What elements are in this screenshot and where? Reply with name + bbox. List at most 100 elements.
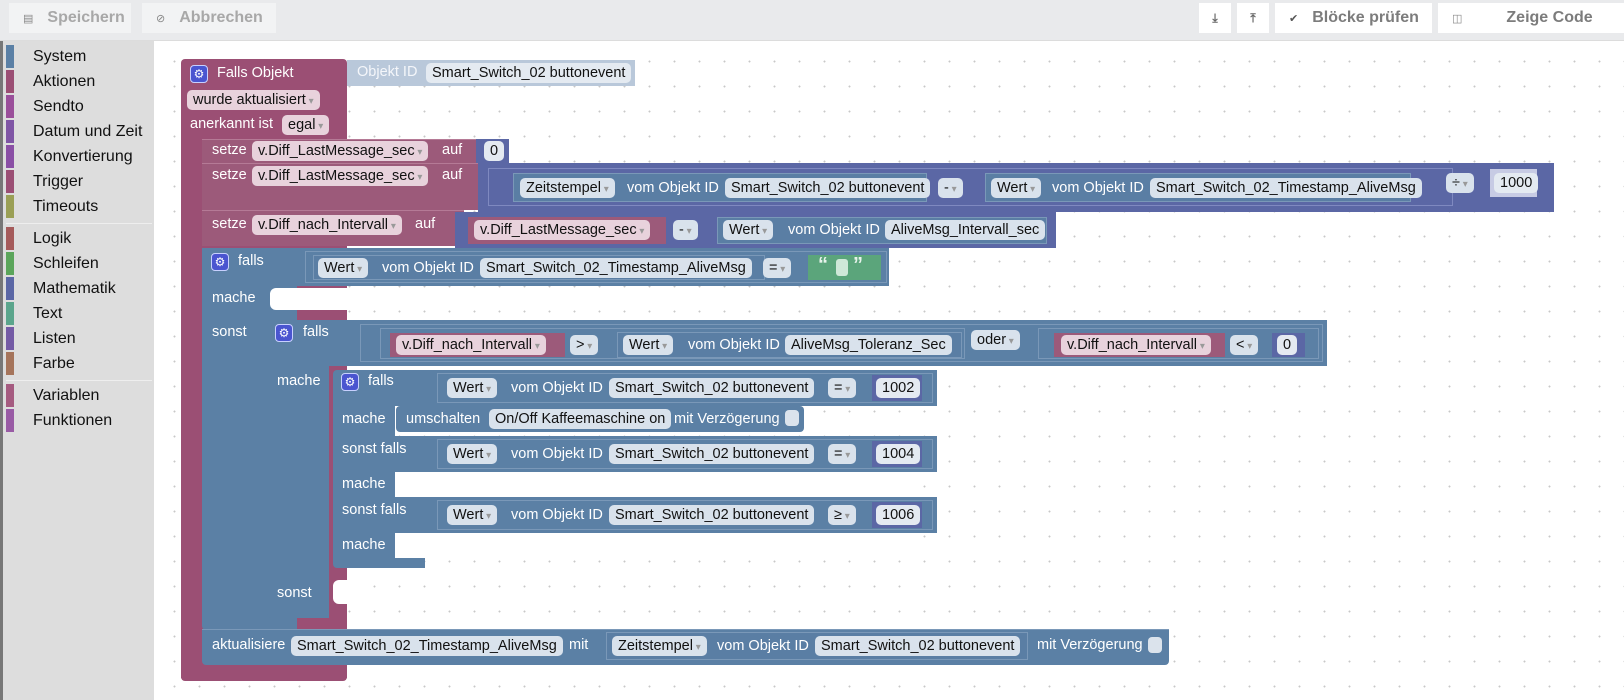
sidebar-category-funktionen[interactable]: Funktionen [6, 409, 152, 433]
sidebar-category-konvertierung[interactable]: Konvertierung [6, 145, 152, 169]
gear-icon[interactable]: ⚙ [190, 65, 208, 83]
operator-dropdown[interactable]: - [938, 178, 963, 198]
number-field[interactable]: 1006 [876, 505, 921, 525]
gear-icon[interactable]: ⚙ [211, 253, 229, 271]
set-label: setze [212, 142, 247, 158]
number-field[interactable]: 1002 [876, 378, 921, 398]
object-id-field[interactable]: Smart_Switch_02 buttonevent [725, 178, 931, 198]
sidebar-category-farbe[interactable]: Farbe [6, 352, 152, 376]
sidebar-category-aktionen[interactable]: Aktionen [6, 70, 152, 94]
sidebar-category-mathematik[interactable]: Mathematik [6, 277, 152, 301]
logic-dropdown[interactable]: oder [971, 330, 1020, 350]
sidebar-category-sendto[interactable]: Sendto [6, 95, 152, 119]
sidebar-category-datum-und-zeit[interactable]: Datum und Zeit [6, 120, 152, 144]
property-dropdown[interactable]: Wert [623, 335, 674, 355]
condition-dropdown[interactable]: wurde aktualisiert [187, 90, 320, 110]
export-button[interactable]: ⤓ [1199, 3, 1231, 33]
to-label: auf [442, 142, 463, 158]
variable-dropdown[interactable]: v.Diff_LastMessage_sec [474, 220, 651, 240]
object-id-field[interactable]: Smart_Switch_02 buttonevent [815, 636, 1021, 656]
gear-icon[interactable]: ⚙ [275, 324, 293, 342]
category-label: Datum und Zeit [33, 123, 143, 140]
text-field[interactable] [836, 259, 848, 276]
checkmark-icon: ✔ [1289, 12, 1299, 25]
show-code-button[interactable]: ◫ Zeige Code [1438, 3, 1624, 33]
else-label: sonst [212, 324, 247, 340]
sidebar-divider [6, 380, 152, 381]
to-label: auf [415, 216, 436, 232]
object-id-field[interactable]: AliveMsg_Intervall_sec [885, 220, 1046, 240]
object-id-field[interactable]: On/Off Kaffeemaschine on [489, 409, 672, 429]
property-dropdown[interactable]: Wert [447, 444, 498, 464]
operator-dropdown[interactable]: = [828, 378, 857, 398]
property-dropdown[interactable]: Wert [318, 258, 369, 278]
do-slot[interactable] [270, 288, 850, 310]
object-id-field[interactable]: AliveMsg_Toleranz_Sec [785, 335, 952, 355]
variable-dropdown[interactable]: v.Diff_nach_Intervall [1061, 335, 1211, 355]
property-dropdown[interactable]: Zeitstempel [612, 636, 707, 656]
open-quote: “ [818, 254, 828, 276]
category-color-swatch [6, 277, 14, 300]
operator-dropdown[interactable]: > [570, 335, 599, 355]
sidebar-category-timeouts[interactable]: Timeouts [6, 195, 152, 219]
do-slot[interactable] [396, 472, 916, 497]
object-id-field[interactable]: Smart_Switch_02 buttonevent [609, 444, 815, 464]
category-label: Farbe [33, 355, 75, 372]
operator-dropdown[interactable]: = [828, 444, 857, 464]
operator-dropdown[interactable]: = [763, 258, 792, 278]
property-dropdown[interactable]: Zeitstempel [520, 178, 615, 198]
category-label: Aktionen [33, 73, 96, 90]
if-label: falls [368, 373, 394, 389]
of-object-label: vom Objekt ID [688, 337, 780, 353]
property-dropdown[interactable]: Wert [723, 220, 774, 240]
sidebar-category-trigger[interactable]: Trigger [6, 170, 152, 194]
sidebar-category-logik[interactable]: Logik [6, 227, 152, 251]
category-color-swatch [6, 120, 14, 143]
property-dropdown[interactable]: Wert [991, 178, 1042, 198]
variable-dropdown[interactable]: v.Diff_nach_Intervall [396, 335, 546, 355]
if-block[interactable] [267, 320, 329, 618]
do-label: mache [212, 290, 256, 306]
property-dropdown[interactable]: Wert [447, 378, 498, 398]
object-id-field[interactable]: Smart_Switch_02_Timestamp_AliveMsg [291, 636, 563, 656]
number-field[interactable]: 1004 [876, 444, 921, 464]
object-id-field[interactable]: Smart_Switch_02 buttonevent [609, 505, 815, 525]
category-color-swatch [6, 409, 14, 432]
operator-dropdown[interactable]: - [673, 220, 698, 240]
category-label: Mathematik [33, 280, 116, 297]
variable-dropdown[interactable]: v.Diff_nach_Intervall [252, 215, 402, 235]
variable-dropdown[interactable]: v.Diff_LastMessage_sec [252, 166, 429, 186]
number-field[interactable]: 1000 [1494, 173, 1539, 193]
check-blocks-button[interactable]: ✔ Blöcke prüfen [1275, 3, 1432, 33]
number-field[interactable]: 0 [484, 141, 505, 161]
of-object-label: vom Objekt ID [511, 507, 603, 523]
object-id-field[interactable]: Smart_Switch_02 buttonevent [426, 63, 632, 83]
sidebar-category-listen[interactable]: Listen [6, 327, 152, 351]
delay-checkbox[interactable] [785, 410, 799, 426]
else-slot[interactable] [333, 580, 363, 604]
cancel-button[interactable]: ⊘ Abbrechen [142, 3, 276, 33]
save-button[interactable]: ▤ Speichern [9, 3, 131, 33]
variable-dropdown[interactable]: v.Diff_LastMessage_sec [252, 141, 429, 161]
toolbox-sidebar: System Aktionen Sendto Datum und Zeit Konver… [0, 41, 154, 700]
import-button[interactable]: ⤒ [1237, 3, 1269, 33]
number-field[interactable]: 0 [1277, 335, 1298, 355]
sidebar-category-system[interactable]: System [6, 45, 152, 69]
object-id-field[interactable]: Smart_Switch_02_Timestamp_AliveMsg [1150, 178, 1422, 198]
operator-dropdown[interactable]: ÷ [1446, 173, 1474, 193]
object-id-field[interactable]: Smart_Switch_02 buttonevent [609, 378, 815, 398]
delay-checkbox[interactable] [1148, 637, 1162, 653]
sidebar-category-schleifen[interactable]: Schleifen [6, 252, 152, 276]
category-label: Text [33, 305, 63, 322]
do-slot[interactable] [396, 533, 916, 558]
operator-dropdown[interactable]: ≥ [828, 505, 856, 525]
ack-dropdown[interactable]: egal [282, 115, 330, 135]
property-dropdown[interactable]: Wert [447, 505, 498, 525]
object-id-field[interactable]: Smart_Switch_02_Timestamp_AliveMsg [480, 258, 752, 278]
set-label: setze [212, 216, 247, 232]
sidebar-category-variablen[interactable]: Variablen [6, 384, 152, 408]
category-label: Schleifen [33, 255, 99, 272]
sidebar-category-text[interactable]: Text [6, 302, 152, 326]
operator-dropdown[interactable]: < [1230, 335, 1259, 355]
gear-icon[interactable]: ⚙ [341, 373, 359, 391]
